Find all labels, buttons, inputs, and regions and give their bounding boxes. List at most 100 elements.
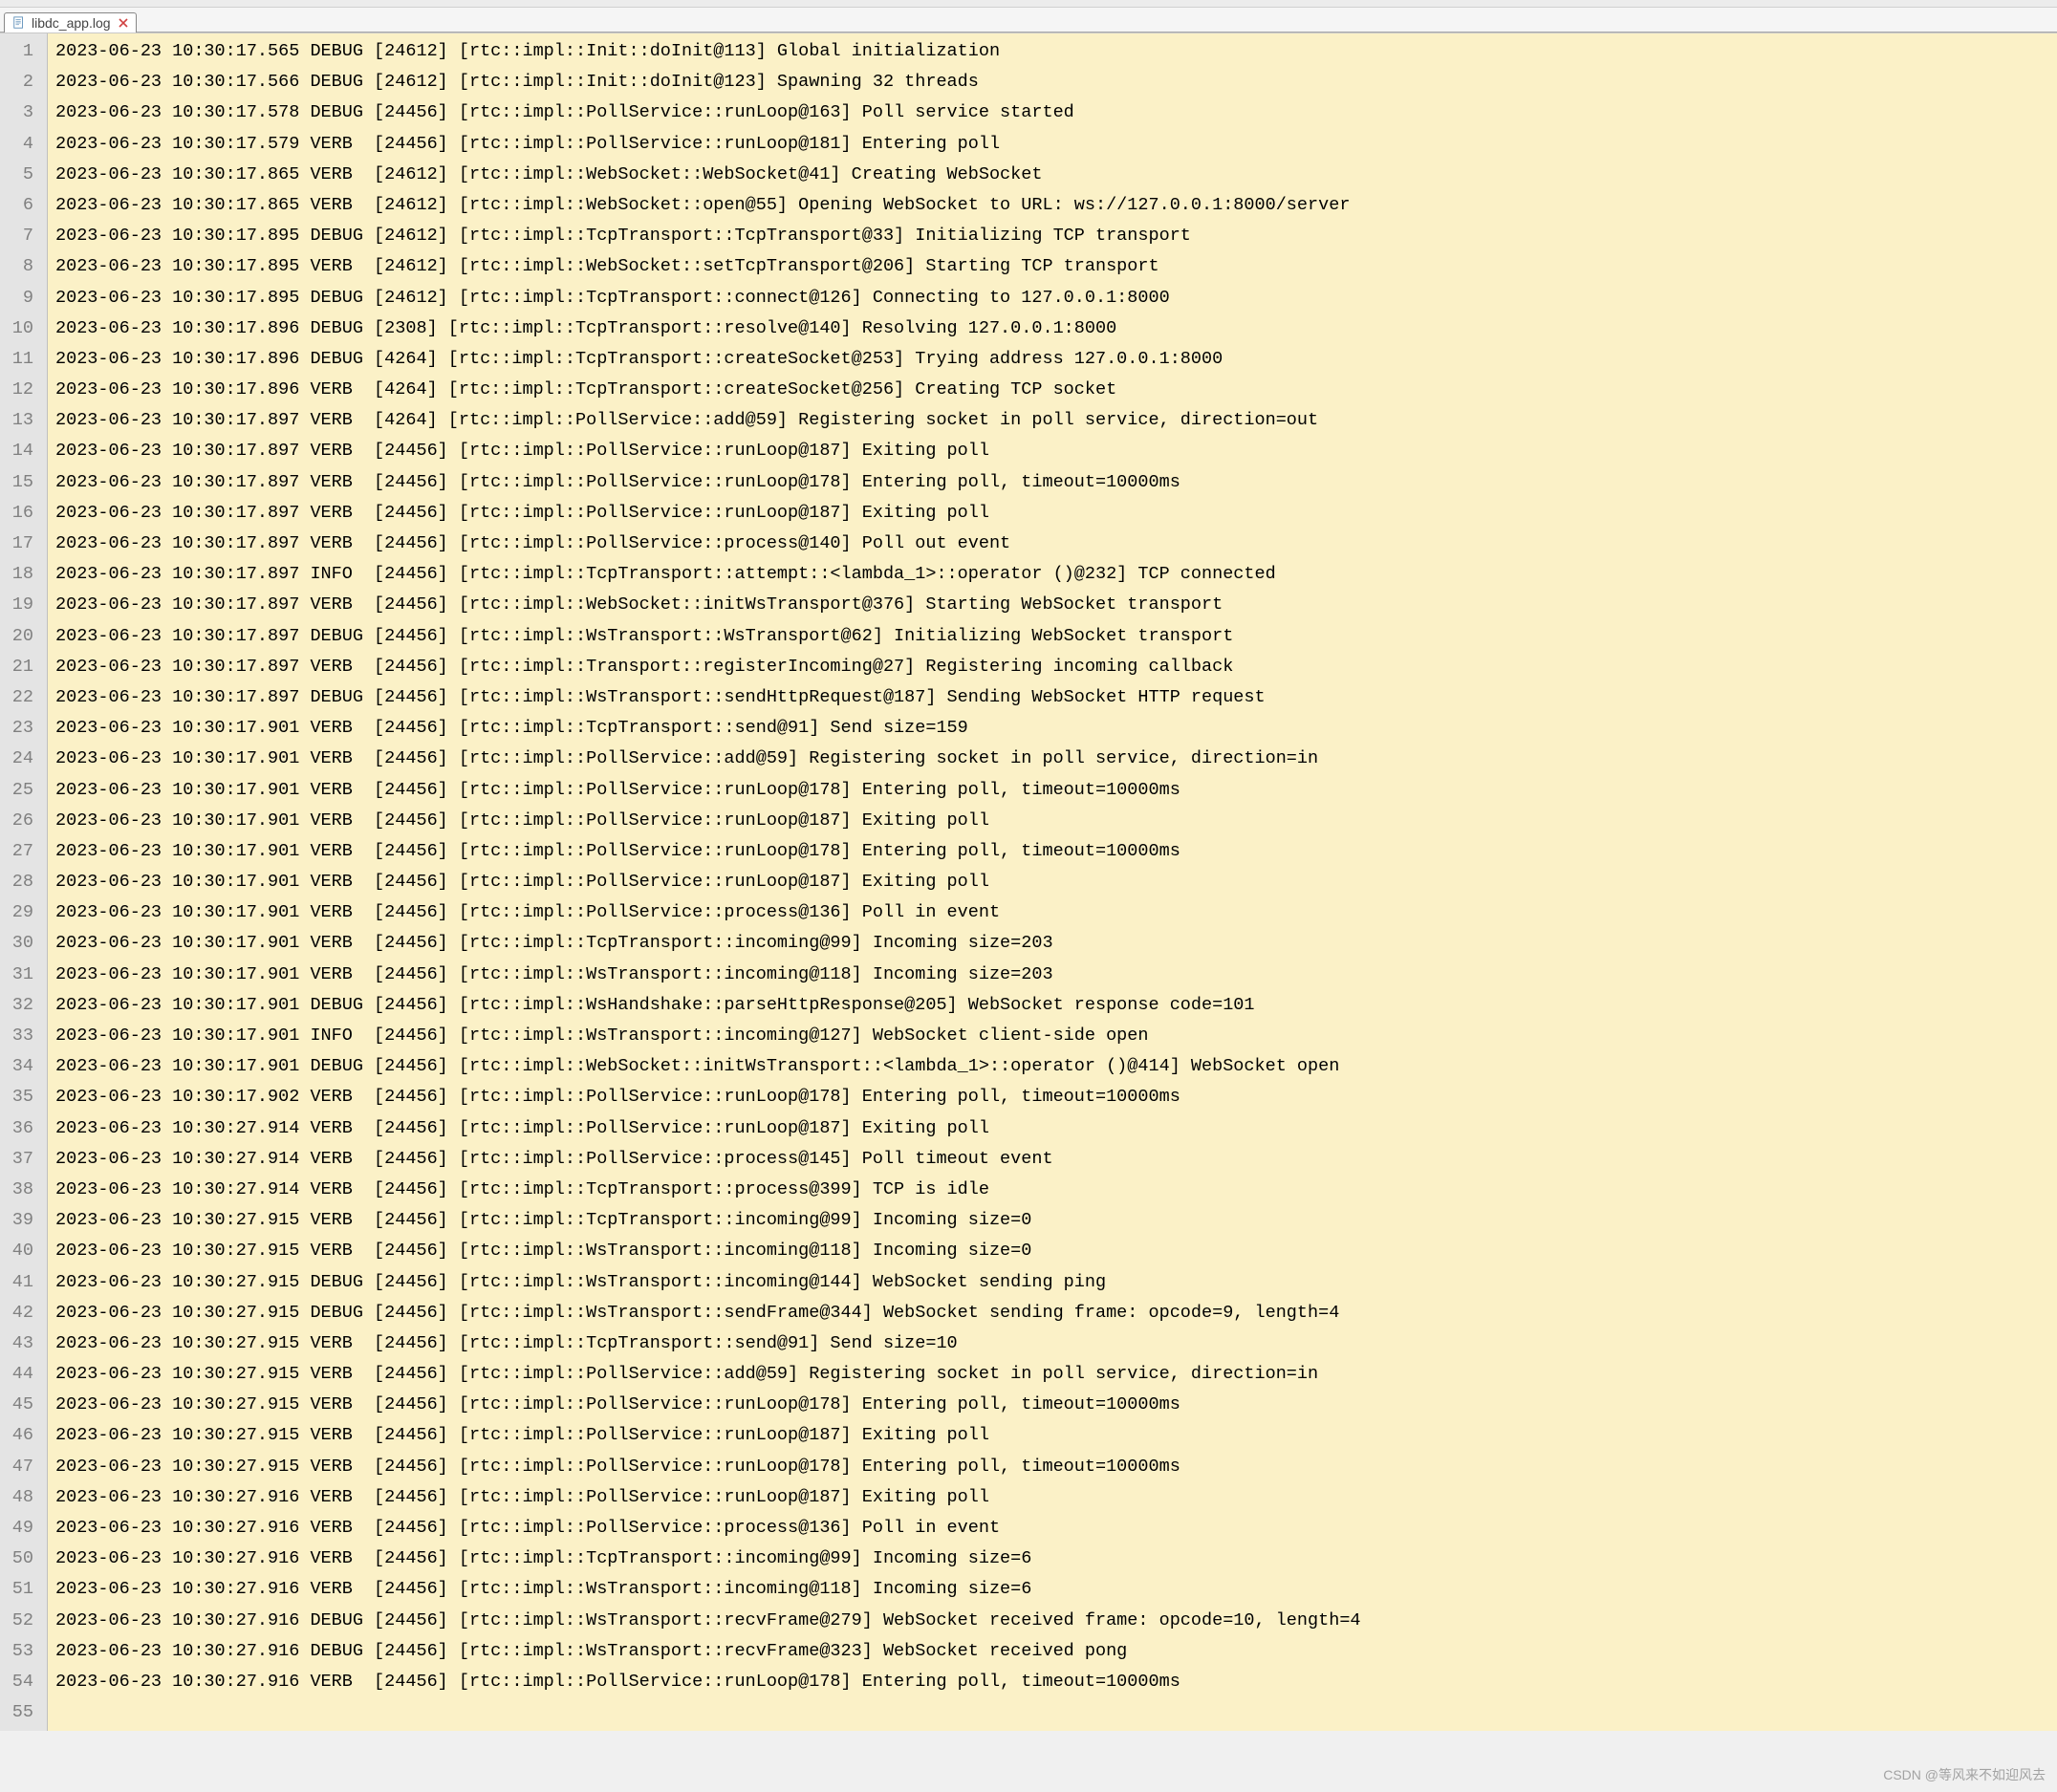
line-number: 28 (8, 867, 33, 897)
log-line: 2023-06-23 10:30:17.897 VERB [24456] [rt… (55, 590, 2049, 620)
log-line: 2023-06-23 10:30:17.895 DEBUG [24612] [r… (55, 221, 2049, 251)
line-number: 36 (8, 1113, 33, 1144)
line-number: 2 (8, 67, 33, 97)
log-line: 2023-06-23 10:30:17.901 VERB [24456] [rt… (55, 928, 2049, 959)
log-line: 2023-06-23 10:30:17.865 VERB [24612] [rt… (55, 160, 2049, 190)
line-number: 25 (8, 775, 33, 806)
log-line: 2023-06-23 10:30:17.901 VERB [24456] [rt… (55, 713, 2049, 744)
log-line: 2023-06-23 10:30:17.896 VERB [4264] [rtc… (55, 375, 2049, 405)
log-line: 2023-06-23 10:30:17.902 VERB [24456] [rt… (55, 1082, 2049, 1112)
log-line: 2023-06-23 10:30:27.914 VERB [24456] [rt… (55, 1144, 2049, 1175)
log-line: 2023-06-23 10:30:17.578 DEBUG [24456] [r… (55, 97, 2049, 128)
log-line: 2023-06-23 10:30:27.915 VERB [24456] [rt… (55, 1359, 2049, 1390)
log-line: 2023-06-23 10:30:17.901 VERB [24456] [rt… (55, 775, 2049, 806)
line-number: 29 (8, 897, 33, 928)
line-number: 19 (8, 590, 33, 620)
log-line: 2023-06-23 10:30:27.916 VERB [24456] [rt… (55, 1574, 2049, 1605)
log-line: 2023-06-23 10:30:17.895 DEBUG [24612] [r… (55, 283, 2049, 313)
line-number: 45 (8, 1390, 33, 1420)
log-line: 2023-06-23 10:30:17.896 DEBUG [2308] [rt… (55, 313, 2049, 344)
log-line: 2023-06-23 10:30:17.896 DEBUG [4264] [rt… (55, 344, 2049, 375)
file-icon (12, 16, 26, 30)
log-line: 2023-06-23 10:30:27.915 VERB [24456] [rt… (55, 1452, 2049, 1482)
line-number: 1 (8, 36, 33, 67)
line-number: 26 (8, 806, 33, 836)
line-number: 7 (8, 221, 33, 251)
log-line: 2023-06-23 10:30:17.901 VERB [24456] [rt… (55, 897, 2049, 928)
log-line: 2023-06-23 10:30:17.901 INFO [24456] [rt… (55, 1021, 2049, 1051)
log-line: 2023-06-23 10:30:27.916 VERB [24456] [rt… (55, 1667, 2049, 1697)
log-line: 2023-06-23 10:30:27.916 VERB [24456] [rt… (55, 1513, 2049, 1544)
log-line: 2023-06-23 10:30:17.901 VERB [24456] [rt… (55, 806, 2049, 836)
line-number: 11 (8, 344, 33, 375)
line-number: 5 (8, 160, 33, 190)
line-number: 50 (8, 1544, 33, 1574)
line-number: 13 (8, 405, 33, 436)
log-line: 2023-06-23 10:30:17.897 VERB [24456] [rt… (55, 498, 2049, 529)
close-icon[interactable] (117, 16, 130, 30)
line-number: 10 (8, 313, 33, 344)
log-line: 2023-06-23 10:30:27.915 VERB [24456] [rt… (55, 1390, 2049, 1420)
log-line: 2023-06-23 10:30:17.897 VERB [24456] [rt… (55, 436, 2049, 466)
line-number: 8 (8, 251, 33, 282)
line-number-gutter: 1234567891011121314151617181920212223242… (0, 33, 48, 1731)
log-line (55, 1697, 2049, 1728)
log-line: 2023-06-23 10:30:27.916 VERB [24456] [rt… (55, 1482, 2049, 1513)
line-number: 16 (8, 498, 33, 529)
log-line: 2023-06-23 10:30:17.901 DEBUG [24456] [r… (55, 990, 2049, 1021)
tab-strip: libdc_app.log (0, 8, 2057, 32)
log-line: 2023-06-23 10:30:17.901 DEBUG [24456] [r… (55, 1051, 2049, 1082)
line-number: 9 (8, 283, 33, 313)
line-number: 38 (8, 1175, 33, 1205)
line-number: 6 (8, 190, 33, 221)
log-line: 2023-06-23 10:30:27.915 DEBUG [24456] [r… (55, 1298, 2049, 1328)
line-number: 40 (8, 1236, 33, 1266)
line-number: 32 (8, 990, 33, 1021)
line-number: 21 (8, 652, 33, 682)
log-line: 2023-06-23 10:30:17.897 DEBUG [24456] [r… (55, 682, 2049, 713)
line-number: 18 (8, 559, 33, 590)
log-line: 2023-06-23 10:30:27.915 DEBUG [24456] [r… (55, 1267, 2049, 1298)
line-number: 22 (8, 682, 33, 713)
line-number: 41 (8, 1267, 33, 1298)
line-number: 55 (8, 1697, 33, 1728)
log-line: 2023-06-23 10:30:17.566 DEBUG [24612] [r… (55, 67, 2049, 97)
log-line: 2023-06-23 10:30:27.916 DEBUG [24456] [r… (55, 1606, 2049, 1636)
tab-filename: libdc_app.log (32, 15, 111, 31)
log-line: 2023-06-23 10:30:27.916 VERB [24456] [rt… (55, 1544, 2049, 1574)
line-number: 24 (8, 744, 33, 774)
line-number: 23 (8, 713, 33, 744)
log-line: 2023-06-23 10:30:27.915 VERB [24456] [rt… (55, 1420, 2049, 1451)
file-tab[interactable]: libdc_app.log (4, 12, 137, 32)
line-number: 12 (8, 375, 33, 405)
log-line: 2023-06-23 10:30:27.914 VERB [24456] [rt… (55, 1113, 2049, 1144)
line-number: 53 (8, 1636, 33, 1667)
line-number: 43 (8, 1328, 33, 1359)
log-line: 2023-06-23 10:30:17.897 VERB [24456] [rt… (55, 467, 2049, 498)
log-line: 2023-06-23 10:30:17.901 VERB [24456] [rt… (55, 867, 2049, 897)
log-line: 2023-06-23 10:30:27.914 VERB [24456] [rt… (55, 1175, 2049, 1205)
log-line: 2023-06-23 10:30:17.901 VERB [24456] [rt… (55, 836, 2049, 867)
log-line: 2023-06-23 10:30:27.915 VERB [24456] [rt… (55, 1236, 2049, 1266)
line-number: 52 (8, 1606, 33, 1636)
log-line: 2023-06-23 10:30:17.897 INFO [24456] [rt… (55, 559, 2049, 590)
line-number: 42 (8, 1298, 33, 1328)
log-line: 2023-06-23 10:30:17.865 VERB [24612] [rt… (55, 190, 2049, 221)
line-number: 15 (8, 467, 33, 498)
log-line: 2023-06-23 10:30:27.915 VERB [24456] [rt… (55, 1205, 2049, 1236)
log-line: 2023-06-23 10:30:17.897 DEBUG [24456] [r… (55, 621, 2049, 652)
line-number: 14 (8, 436, 33, 466)
window-chrome-top (0, 0, 2057, 8)
line-number: 27 (8, 836, 33, 867)
line-number: 3 (8, 97, 33, 128)
line-number: 47 (8, 1452, 33, 1482)
line-number: 30 (8, 928, 33, 959)
line-number: 46 (8, 1420, 33, 1451)
log-line: 2023-06-23 10:30:17.897 VERB [24456] [rt… (55, 529, 2049, 559)
line-number: 34 (8, 1051, 33, 1082)
log-content[interactable]: 2023-06-23 10:30:17.565 DEBUG [24612] [r… (48, 33, 2057, 1731)
log-line: 2023-06-23 10:30:17.901 VERB [24456] [rt… (55, 960, 2049, 990)
log-line: 2023-06-23 10:30:17.897 VERB [24456] [rt… (55, 652, 2049, 682)
line-number: 35 (8, 1082, 33, 1112)
line-number: 37 (8, 1144, 33, 1175)
